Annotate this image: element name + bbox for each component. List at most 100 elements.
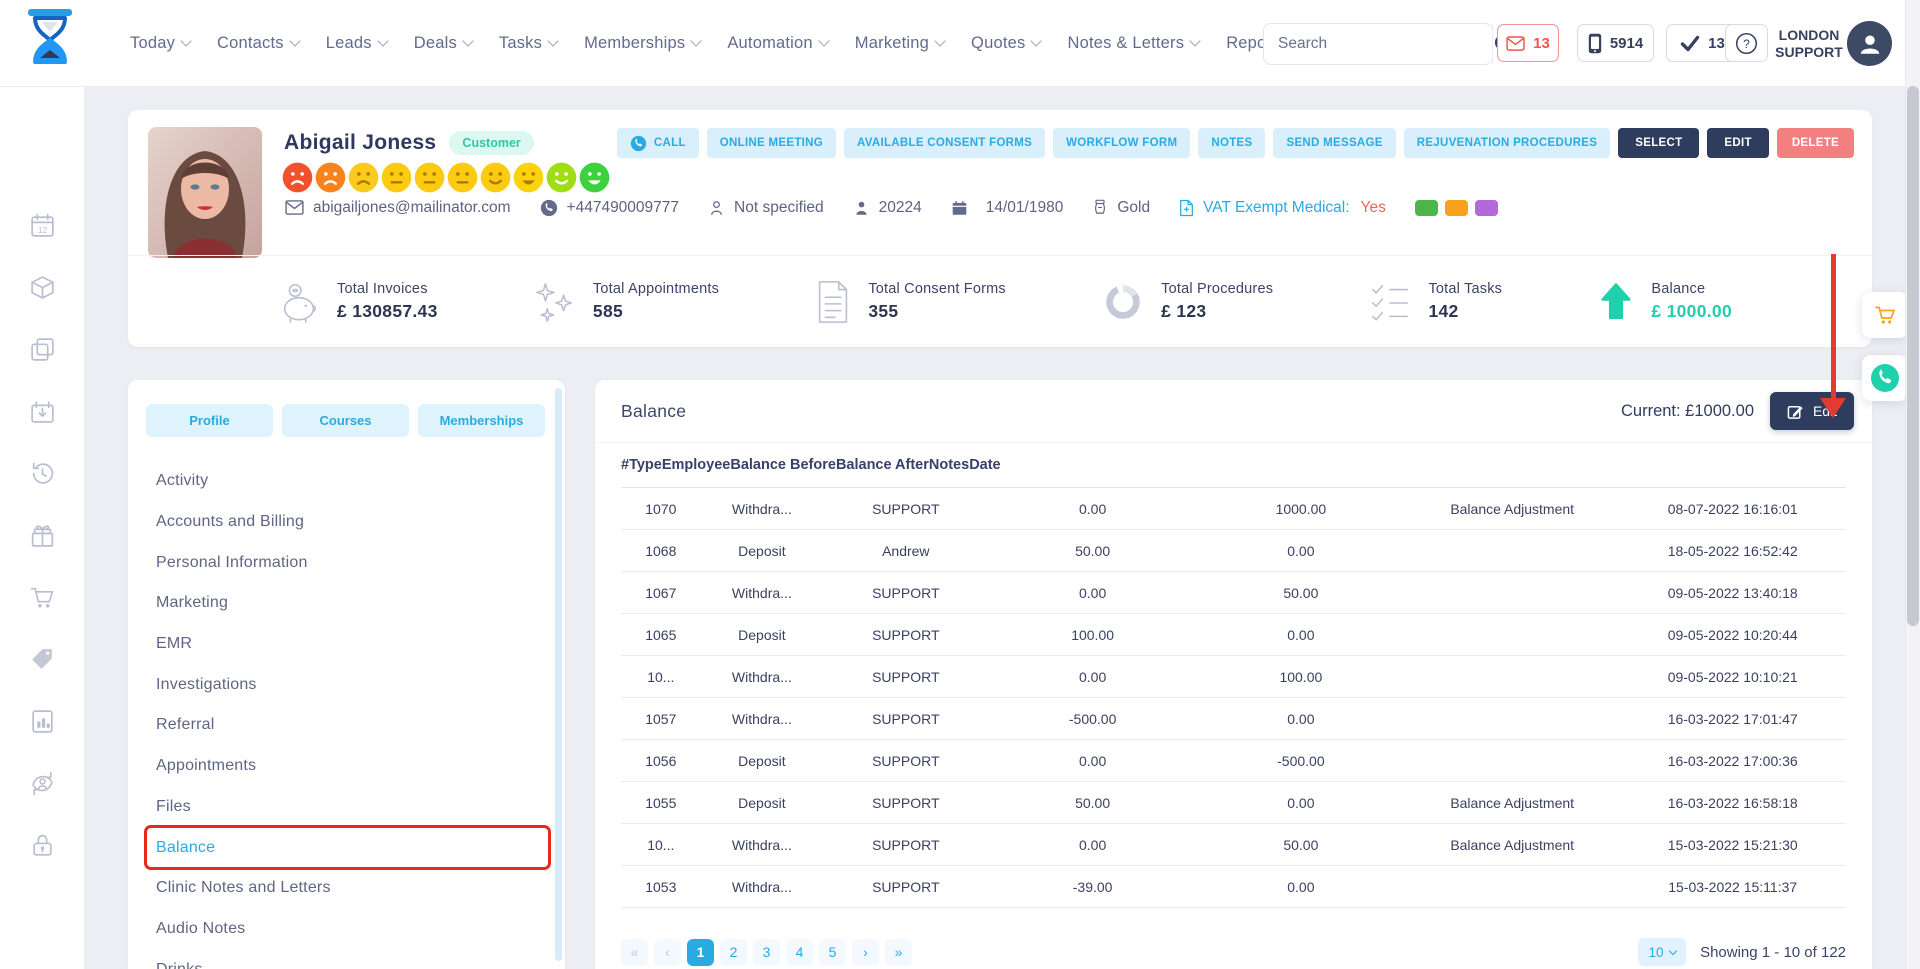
menu-item[interactable]: Activity	[128, 461, 551, 502]
search-input[interactable]	[1264, 35, 1492, 53]
page-scrollbar[interactable]	[1905, 0, 1920, 969]
column-header[interactable]: #	[621, 457, 629, 473]
table-row[interactable]: 1057 Withdra... SUPPORT -500.00 0.00 16-…	[621, 698, 1846, 740]
mood-face-icon[interactable]	[315, 162, 346, 193]
table-row[interactable]: 1053 Withdra... SUPPORT -39.00 0.00 15-0…	[621, 866, 1846, 908]
panel-tab[interactable]: Profile	[146, 404, 273, 437]
table-row[interactable]: 1065 Deposit SUPPORT 100.00 0.00 09-05-2…	[621, 614, 1846, 656]
page-size-select[interactable]: 10	[1638, 938, 1686, 966]
table-row[interactable]: 1067 Withdra... SUPPORT 0.00 50.00 09-05…	[621, 572, 1846, 614]
messages-badge[interactable]: 13	[1497, 24, 1559, 62]
menu-item[interactable]: Accounts and Billing	[128, 502, 551, 543]
page-button[interactable]: 4	[786, 939, 813, 966]
price-tag-icon[interactable]	[29, 646, 56, 673]
column-header[interactable]: Balance Before	[730, 457, 836, 473]
table-row[interactable]: 1055 Deposit SUPPORT 50.00 0.00 Balance …	[621, 782, 1846, 824]
table-row[interactable]: 10... Withdra... SUPPORT 0.00 100.00 09-…	[621, 656, 1846, 698]
page-button[interactable]: 2	[720, 939, 747, 966]
mood-face-icon[interactable]	[348, 162, 379, 193]
mood-face-icon[interactable]	[414, 162, 445, 193]
package-icon[interactable]	[29, 274, 56, 301]
mood-face-icon[interactable]	[579, 162, 610, 193]
mood-face-icon[interactable]	[480, 162, 511, 193]
table-row[interactable]: 1068 Deposit Andrew 50.00 0.00 18-05-202…	[621, 530, 1846, 572]
tag-color-swatch[interactable]	[1415, 200, 1438, 216]
nav-item[interactable]: Today	[130, 34, 190, 53]
panel-tab[interactable]: Courses	[282, 404, 409, 437]
user-sync-icon[interactable]	[29, 770, 56, 797]
lock-icon[interactable]	[29, 832, 56, 859]
action-button[interactable]: NOTES	[1198, 128, 1265, 158]
nav-item[interactable]: Contacts	[217, 34, 299, 53]
page-button[interactable]: 1	[687, 939, 714, 966]
tag-color-swatch[interactable]	[1445, 200, 1468, 216]
calendar-import-icon[interactable]	[29, 398, 56, 425]
menu-item[interactable]: Marketing	[128, 583, 551, 624]
table-row[interactable]: 1070 Withdra... SUPPORT 0.00 1000.00 Bal…	[621, 488, 1846, 530]
nav-item[interactable]: Marketing	[855, 34, 944, 53]
tag-color-swatch[interactable]	[1475, 200, 1498, 216]
action-button[interactable]: AVAILABLE CONSENT FORMS	[844, 128, 1045, 158]
column-header[interactable]: Employee	[662, 457, 731, 473]
table-row[interactable]: 10... Withdra... SUPPORT 0.00 50.00 Bala…	[621, 824, 1846, 866]
page-button[interactable]: 3	[753, 939, 780, 966]
mood-face-icon[interactable]	[546, 162, 577, 193]
menu-item[interactable]: Referral	[128, 705, 551, 746]
nav-item[interactable]: Tasks	[499, 34, 557, 53]
scrollbar-thumb[interactable]	[1907, 86, 1919, 626]
column-header[interactable]: Date	[969, 457, 1000, 473]
menu-item[interactable]: Balance	[128, 827, 551, 868]
mood-face-icon[interactable]	[513, 162, 544, 193]
menu-item[interactable]: Drinks	[128, 949, 551, 969]
customer-vat-exempt[interactable]: VAT Exempt Medical: Yes	[1179, 199, 1386, 217]
action-button[interactable]: WORKFLOW FORM	[1053, 128, 1190, 158]
mood-face-icon[interactable]	[282, 162, 313, 193]
next-page-button[interactable]: ›	[852, 939, 879, 966]
action-button[interactable]: REJUVENATION PROCEDURES	[1404, 128, 1611, 158]
menu-item[interactable]: Clinic Notes and Letters	[128, 868, 551, 909]
prev-page-button[interactable]: ‹	[654, 939, 681, 966]
call-button[interactable]: CALL	[617, 128, 699, 158]
report-icon[interactable]	[29, 708, 56, 735]
cart-icon[interactable]	[29, 584, 56, 611]
action-button[interactable]: EDIT	[1707, 128, 1768, 158]
nav-item[interactable]: Quotes	[971, 34, 1040, 53]
action-button[interactable]: ONLINE MEETING	[707, 128, 836, 158]
nav-item[interactable]: Notes & Letters	[1067, 34, 1199, 53]
nav-item[interactable]: Automation	[727, 34, 827, 53]
floating-call-button[interactable]	[1862, 355, 1908, 401]
column-header[interactable]: Balance After	[836, 457, 929, 473]
calls-badge[interactable]: 5914	[1577, 24, 1654, 62]
first-page-button[interactable]: «	[621, 939, 648, 966]
calendar-icon[interactable]: 12	[29, 212, 56, 239]
action-button[interactable]: SELECT	[1618, 128, 1699, 158]
menu-item[interactable]: Investigations	[128, 664, 551, 705]
menu-item[interactable]: EMR	[128, 624, 551, 665]
menu-item[interactable]: Files	[128, 787, 551, 828]
table-row[interactable]: 1056 Deposit SUPPORT 0.00 -500.00 16-03-…	[621, 740, 1846, 782]
app-logo-hourglass[interactable]	[24, 8, 76, 74]
panel-scrollbar[interactable]	[555, 388, 562, 961]
panel-tab[interactable]: Memberships	[418, 404, 545, 437]
customer-phone[interactable]: +447490009777	[540, 199, 680, 217]
action-button[interactable]: SEND MESSAGE	[1273, 128, 1395, 158]
nav-item[interactable]: Memberships	[584, 34, 700, 53]
column-header[interactable]: Type	[629, 457, 662, 473]
menu-item[interactable]: Personal Information	[128, 542, 551, 583]
menu-item[interactable]: Appointments	[128, 746, 551, 787]
delete-button[interactable]: DELETE	[1777, 128, 1854, 158]
mood-face-icon[interactable]	[447, 162, 478, 193]
history-icon[interactable]	[29, 460, 56, 487]
menu-item[interactable]: Audio Notes	[128, 909, 551, 950]
mood-face-icon[interactable]	[381, 162, 412, 193]
gift-icon[interactable]	[29, 522, 56, 549]
help-badge[interactable]: ?	[1725, 24, 1768, 62]
user-avatar[interactable]	[1847, 21, 1892, 66]
copy-icon[interactable]	[29, 336, 56, 363]
last-page-button[interactable]: »	[885, 939, 912, 966]
nav-item[interactable]: Leads	[326, 34, 387, 53]
column-header[interactable]: Notes	[929, 457, 969, 473]
floating-cart-button[interactable]	[1862, 292, 1908, 338]
page-button[interactable]: 5	[819, 939, 846, 966]
customer-photo[interactable]	[148, 127, 262, 258]
